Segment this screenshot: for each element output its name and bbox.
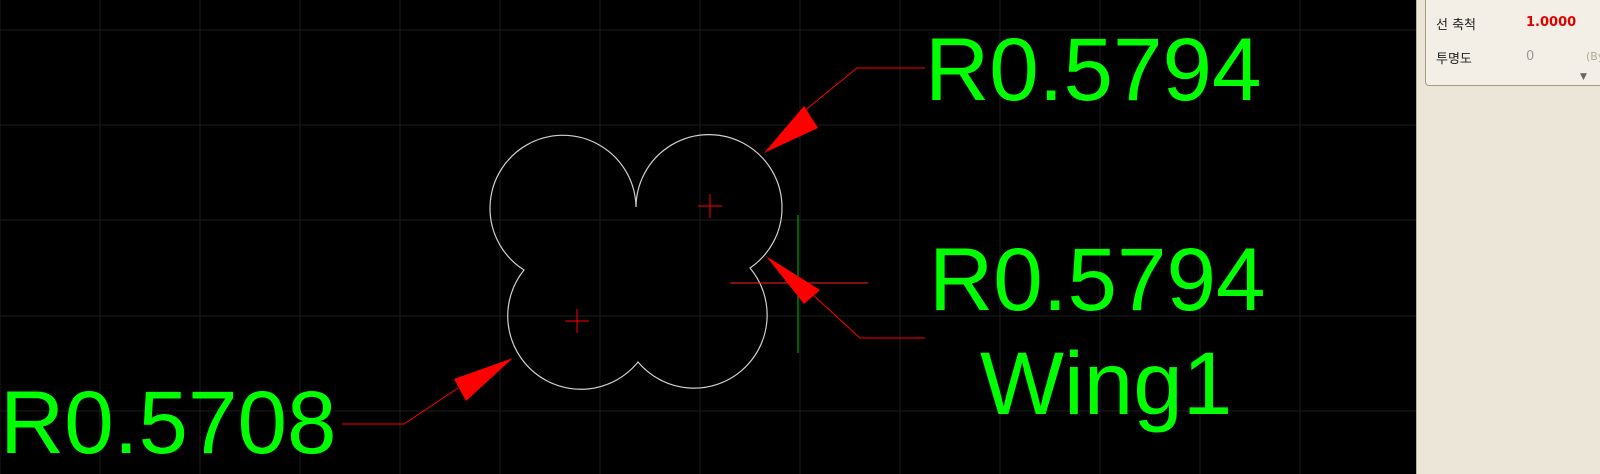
property-row-linetype-scale[interactable]: 선 축척 1.0000 <box>1426 12 1600 34</box>
property-row-transparency[interactable]: 투명도 0 (ByL <box>1426 46 1600 68</box>
clover-outline[interactable] <box>489 134 783 390</box>
dimension-label-wing[interactable]: Wing1 <box>980 333 1232 433</box>
leader-lower-left[interactable] <box>342 358 513 425</box>
property-value[interactable]: 1.0000 <box>1526 15 1576 30</box>
property-label: 선 축척 <box>1436 18 1477 33</box>
drawing-canvas[interactable]: R0.5794 R0.5794 Wing1 R0.5708 <box>0 0 1416 474</box>
leader-middle-right[interactable] <box>766 256 925 339</box>
leader-upper-right[interactable] <box>764 67 925 153</box>
property-value-bylayer: (ByL <box>1586 50 1600 63</box>
properties-panel: 선 축척 1.0000 투명도 0 (ByL ▼ <box>1416 0 1600 474</box>
property-label: 투명도 <box>1436 52 1472 67</box>
properties-box: 선 축척 1.0000 투명도 0 (ByL ▼ <box>1425 0 1600 86</box>
dimension-label-lower[interactable]: R0.5708 <box>0 372 337 472</box>
property-value[interactable]: 0 <box>1526 49 1534 64</box>
chevron-down-icon[interactable]: ▼ <box>1580 72 1587 82</box>
dimension-label-middle[interactable]: R0.5794 <box>929 229 1266 329</box>
dimension-label-upper[interactable]: R0.5794 <box>925 19 1262 119</box>
cad-viewport[interactable]: R0.5794 R0.5794 Wing1 R0.5708 <box>0 0 1416 474</box>
center-mark-upper <box>698 194 722 218</box>
center-mark-lower <box>565 309 589 333</box>
